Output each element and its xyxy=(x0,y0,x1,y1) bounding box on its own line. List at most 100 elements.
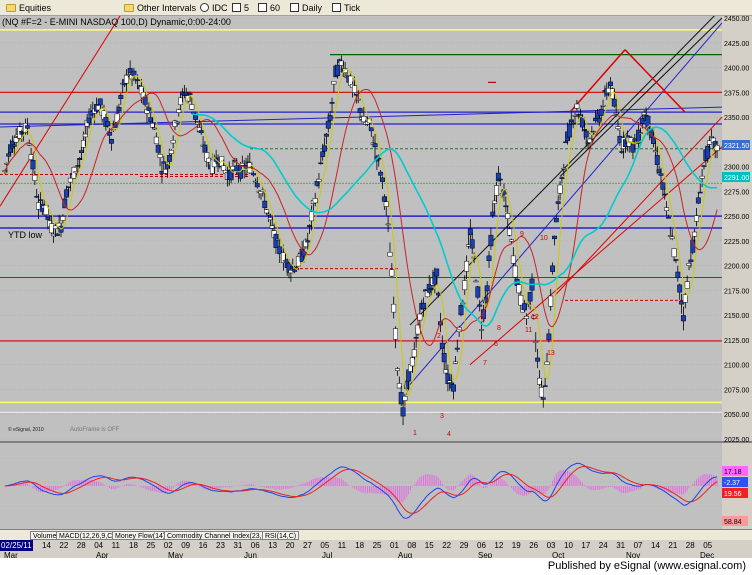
date-tick-label: 26 xyxy=(529,541,539,550)
date-tick-label: 29 xyxy=(459,541,469,550)
tab-macd[interactable]: MACD(12,26,9,C) xyxy=(56,531,118,540)
tab-volume[interactable]: Volume xyxy=(30,531,60,540)
candle-body xyxy=(387,252,393,257)
candle-body xyxy=(168,150,174,154)
date-tick-label: 01 xyxy=(390,541,399,550)
candle-body xyxy=(60,216,66,221)
price-tick-label: 2225.00 xyxy=(724,239,749,246)
sequence-number: 11 xyxy=(525,327,532,334)
candle-body xyxy=(37,199,43,201)
candle-body xyxy=(305,240,311,243)
price-tick-label: 2350.00 xyxy=(724,115,749,122)
candle-body xyxy=(157,154,163,158)
interval-icon xyxy=(232,3,241,12)
candle-body xyxy=(153,136,159,145)
candle-body xyxy=(118,95,124,99)
interval-5-button[interactable]: 5 xyxy=(232,2,249,14)
candle-body xyxy=(107,131,113,136)
candle-body xyxy=(699,175,705,179)
candle-body xyxy=(191,111,197,114)
candle-body xyxy=(608,81,613,86)
candle-body xyxy=(682,294,688,303)
candle-body xyxy=(680,315,686,322)
date-tick-label: 05 xyxy=(320,541,330,550)
candle-body xyxy=(462,280,468,291)
price-tick-label: 2025.00 xyxy=(724,437,749,444)
cyan-ma-value: 2291.00 xyxy=(724,175,749,182)
candle-body xyxy=(413,337,419,339)
candle-body xyxy=(26,143,32,146)
candle-body xyxy=(494,185,499,196)
price-tick-label: 2175.00 xyxy=(724,288,749,295)
symbol-dropdown[interactable]: Equities xyxy=(6,2,51,14)
tick-icon xyxy=(332,3,341,12)
intervals-dropdown[interactable]: Other Intervals xyxy=(124,2,196,14)
price-tick-label: 2050.00 xyxy=(724,412,749,419)
candle-body xyxy=(505,213,511,219)
date-tick-label: 13 xyxy=(268,541,278,550)
date-tick-label: 15 xyxy=(424,541,434,550)
price-tick-label: 2200.00 xyxy=(724,264,749,271)
candle-body xyxy=(510,255,516,264)
candle-body xyxy=(417,313,423,321)
date-tick-label: 10 xyxy=(564,541,573,550)
candle-body xyxy=(671,248,677,258)
candle-body xyxy=(701,165,707,167)
candle-body xyxy=(189,104,195,110)
candle-body xyxy=(11,144,17,147)
date-tick-label: 14 xyxy=(651,541,660,550)
candle-body xyxy=(198,130,204,133)
sequence-number: 12 xyxy=(531,314,539,321)
candle-body xyxy=(464,260,470,272)
candle-body xyxy=(523,316,529,319)
candle-body xyxy=(30,160,36,170)
interval-60-button[interactable]: 60 xyxy=(258,2,280,14)
candle-body xyxy=(400,407,406,417)
candle-body xyxy=(458,305,464,316)
date-tick-label: 31 xyxy=(233,541,243,550)
idc-label: IDC xyxy=(212,3,228,13)
idc-button[interactable]: IDC xyxy=(200,2,228,14)
sequence-number: 7 xyxy=(483,360,487,367)
candle-body xyxy=(591,131,597,133)
price-tick-label: 2450.00 xyxy=(724,16,749,23)
candle-body xyxy=(335,64,341,77)
candle-body xyxy=(574,103,580,109)
daily-button[interactable]: Daily xyxy=(290,2,322,14)
candle-body xyxy=(522,303,527,311)
sequence-number: 3 xyxy=(440,413,444,420)
price-tick-label: 2375.00 xyxy=(724,90,749,97)
daily-label: Daily xyxy=(302,3,323,13)
tab-rsi[interactable]: RSI(14,C) xyxy=(262,531,300,540)
candle-body xyxy=(613,112,619,115)
candle-body xyxy=(254,183,260,188)
price-tick-label: 2125.00 xyxy=(724,338,749,345)
candle-body xyxy=(97,98,103,106)
candle-body xyxy=(368,127,374,132)
candle-body xyxy=(380,177,385,182)
symbol-label: Equities xyxy=(19,3,52,13)
sequence-number: 13 xyxy=(547,350,555,357)
date-tick-label: 22 xyxy=(442,541,452,550)
tab-money-flow[interactable]: Money Flow(14) xyxy=(112,531,169,540)
candle-body xyxy=(566,123,572,138)
date-tick-label: 08 xyxy=(407,541,417,550)
chart-area[interactable]: 1 2 3 4 5 6 7 8 9 10 11 12 13 2450.00 2425.00 2400.00 2… xyxy=(0,7,752,534)
candle-body xyxy=(507,228,513,236)
date-tick-label: 12 xyxy=(494,541,504,550)
tab-cci[interactable]: Commodity Channel Index(23,C) xyxy=(164,531,272,540)
price-tick-label: 2400.00 xyxy=(724,66,749,73)
candle-body xyxy=(544,361,550,365)
candle-body xyxy=(561,167,567,170)
candle-body xyxy=(497,178,503,181)
date-tick-label: 20 xyxy=(285,541,295,550)
candle-body xyxy=(421,302,427,309)
indicator-pane-bg xyxy=(0,443,722,529)
tick-button[interactable]: Tick xyxy=(332,2,360,14)
price-chart-svg[interactable]: 12345678910111213 2450.002425.002400.002… xyxy=(0,7,752,529)
candle-body xyxy=(391,303,397,313)
candle-body xyxy=(309,211,314,222)
date-tick-label: 24 xyxy=(598,541,608,550)
date-tick-label: 25 xyxy=(146,541,156,550)
candle-body xyxy=(666,217,671,219)
